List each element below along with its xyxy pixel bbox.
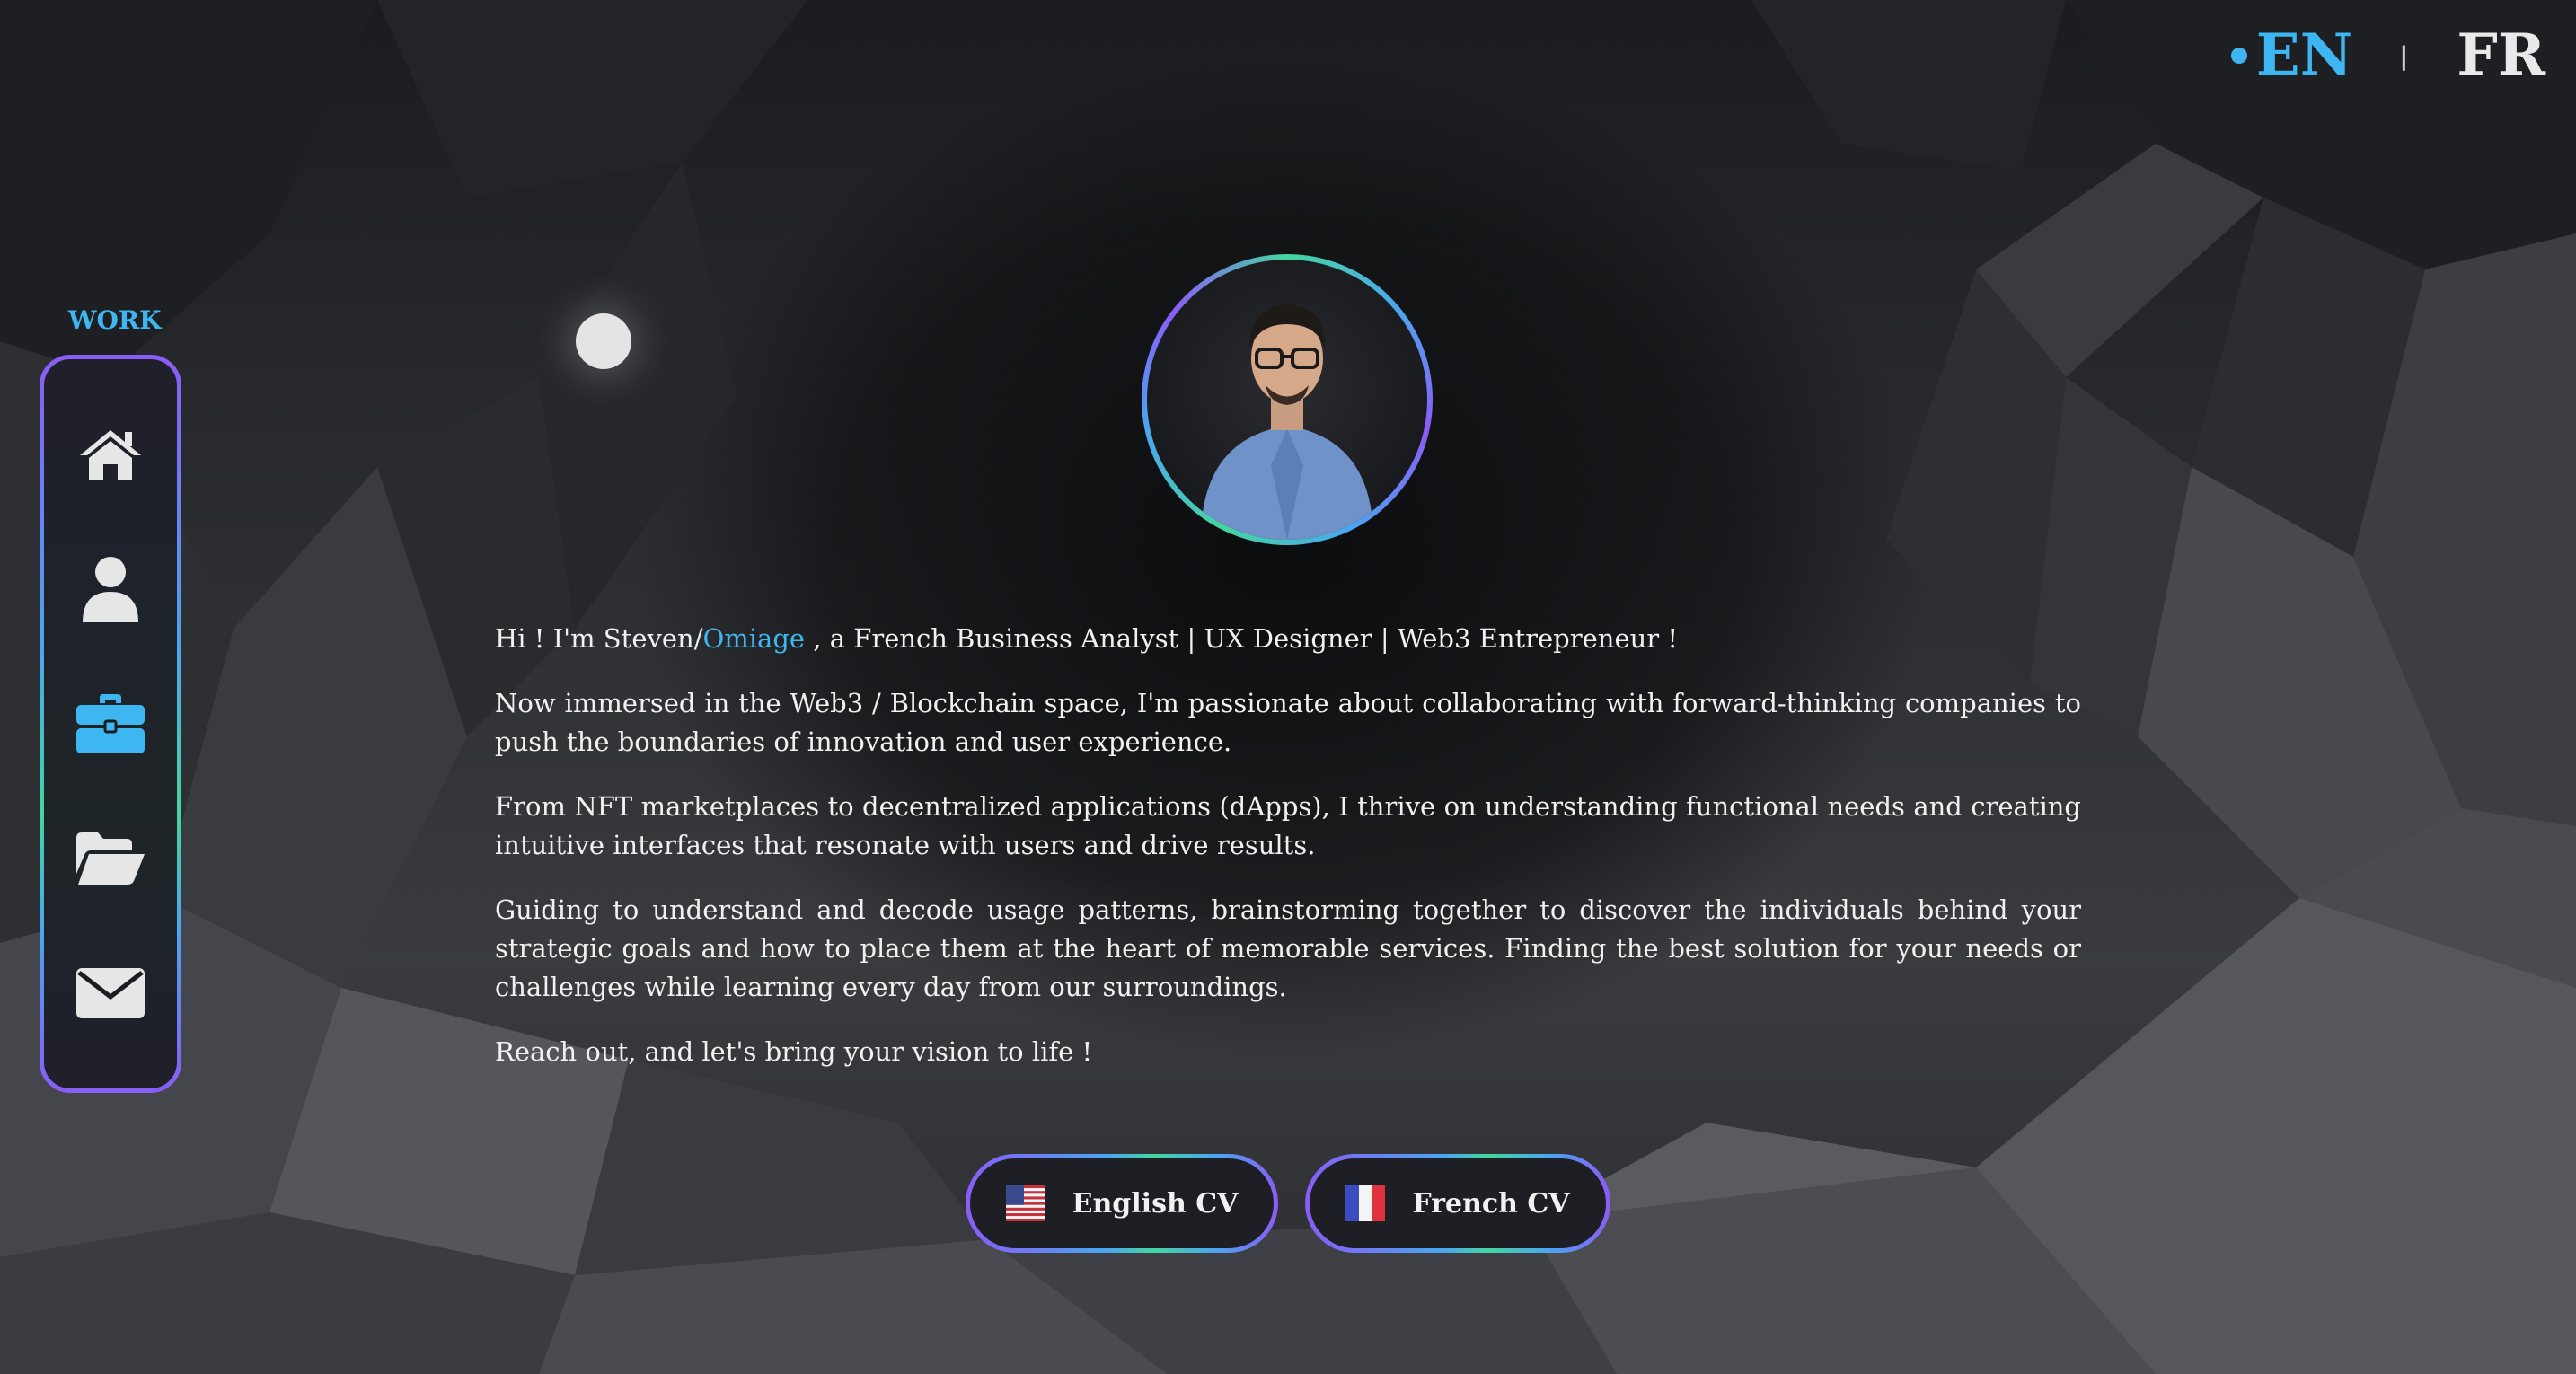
bio-intro-suffix: , a French Business Analyst | UX Designe… [805,623,1679,654]
briefcase-icon [76,693,145,753]
french-cv-label: French CV [1412,1187,1570,1220]
bio-paragraph: Reach out, and let's bring your vision t… [495,1036,1093,1067]
bio-text: Hi ! I'm Steven/Omiage , a French Busine… [495,620,2081,1097]
bio-paragraph: Guiding to understand and decode usage p… [495,894,2081,1002]
language-switch: EN | FR [2230,27,2545,84]
sidebar-nav [40,355,181,1093]
home-icon [80,429,141,480]
folder-open-icon [76,832,145,885]
avatar [1147,260,1427,540]
moon-decoration [576,313,631,369]
bio-intro: Hi ! I'm Steven/Omiage , a French Busine… [495,620,2081,658]
us-flag-icon [1005,1185,1045,1221]
english-cv-button-inner: English CV [970,1158,1274,1248]
page-background: EN | FR WORK Hi ! I'm Steven/Omiage , a … [0,0,2576,1374]
sidebar-item-contact[interactable] [70,954,151,1032]
envelope-icon [76,967,145,1018]
english-cv-label: English CV [1072,1187,1239,1220]
bio-name-highlight: Omiage [702,623,806,654]
active-language-dot [2230,48,2247,64]
french-cv-button[interactable]: French CV [1305,1154,1610,1253]
sidebar-section-label: WORK [68,305,162,335]
language-fr-link[interactable]: FR [2457,27,2545,84]
sidebar-item-home[interactable] [70,415,151,493]
avatar-illustration [1201,304,1373,540]
language-separator: | [2399,40,2409,71]
language-en-link[interactable]: EN [2256,27,2352,84]
avatar-ring [1142,254,1433,545]
french-cv-button-inner: French CV [1310,1158,1606,1248]
bio-paragraph: Now immersed in the Web3 / Blockchain sp… [495,688,2081,757]
user-icon [83,556,138,622]
english-cv-button[interactable]: English CV [966,1154,1278,1253]
france-flag-icon [1345,1185,1386,1221]
sidebar-inner [44,359,177,1088]
sidebar-item-work[interactable] [70,684,151,762]
bio-paragraph: From NFT marketplaces to decentralized a… [495,791,2081,860]
sidebar-item-portfolio[interactable] [70,819,151,897]
bio-intro-prefix: Hi ! I'm Steven/ [495,623,703,654]
sidebar-item-about[interactable] [70,550,151,628]
